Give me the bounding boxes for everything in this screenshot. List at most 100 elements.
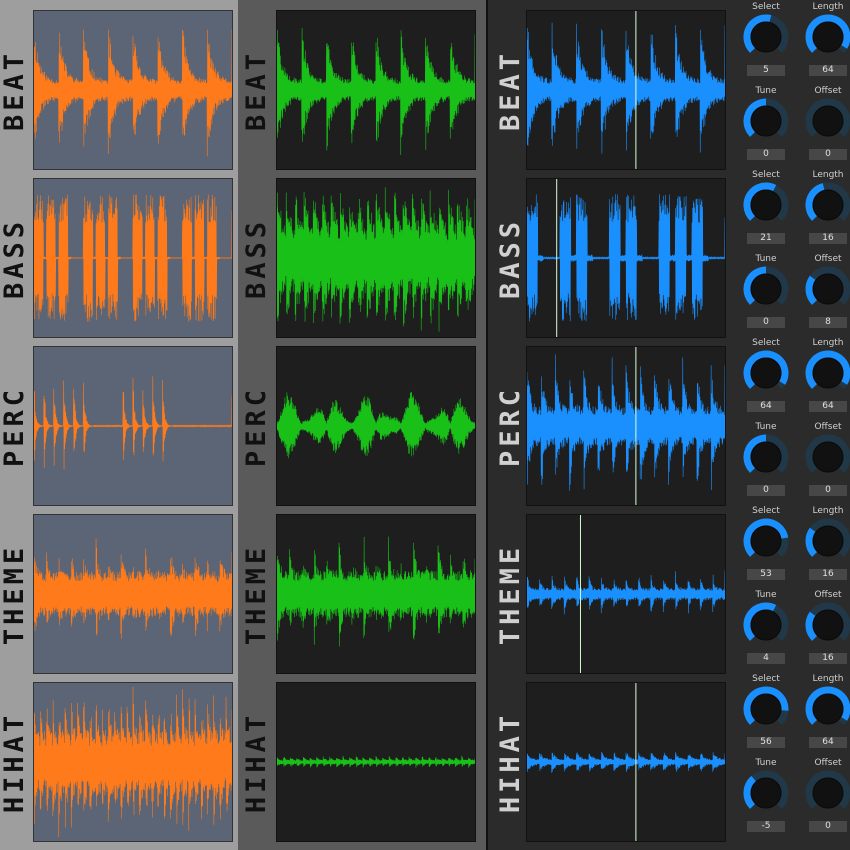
knob-length-theme[interactable]: Length 16: [798, 506, 850, 590]
knob-label: Length: [812, 338, 844, 348]
knob-offset-perc[interactable]: Offset 0: [798, 422, 850, 506]
knob-dial: [743, 518, 789, 557]
track-label-theme: THEME: [242, 514, 273, 674]
knob-dial: [743, 434, 789, 473]
knob-value: 64: [809, 401, 847, 412]
waveform-path: [34, 28, 232, 157]
knob-length-perc[interactable]: Length 64: [798, 338, 850, 422]
track-label-text: BEAT: [495, 49, 527, 131]
track-label-text: HIHAT: [495, 711, 527, 813]
track-label-hihat: HIHAT: [495, 682, 527, 842]
knob-label: Length: [812, 2, 844, 12]
knob-value: 0: [747, 149, 785, 160]
knob-value: 64: [747, 401, 785, 412]
track-label-beat: BEAT: [495, 10, 527, 170]
knob-label: Length: [812, 674, 844, 684]
knob-value: 0: [809, 149, 847, 160]
knob-dial: [743, 182, 789, 221]
panel1-waveform-bass[interactable]: [33, 178, 233, 338]
panel3-waveform-theme[interactable]: [526, 514, 726, 674]
knob-length-beat[interactable]: Length 64: [798, 2, 850, 86]
track-label-text: BASS: [241, 217, 273, 299]
panel1-waveform-hihat[interactable]: [33, 682, 233, 842]
panel2-waveform-beat[interactable]: [276, 10, 476, 170]
panel3-waveform-bass[interactable]: [526, 178, 726, 338]
knob-tune-perc[interactable]: Tune 0: [736, 422, 796, 506]
knob-dial: [743, 770, 789, 809]
sample-panel-2: BEAT BASS PERC THEME HIHAT: [238, 0, 486, 850]
knob-tune-theme[interactable]: Tune 4: [736, 590, 796, 674]
panel2-waveform-bass[interactable]: [276, 178, 476, 338]
knob-dial: [805, 98, 850, 137]
panel3-waveform-perc[interactable]: [526, 346, 726, 506]
knob-value: 16: [809, 569, 847, 580]
knob-value: 53: [747, 569, 785, 580]
knob-value: 16: [809, 233, 847, 244]
waveform-path: [277, 755, 475, 768]
panel2-waveform-perc[interactable]: [276, 346, 476, 506]
knob-label: Tune: [755, 590, 777, 600]
track-label-perc: PERC: [495, 346, 527, 506]
waveform-path: [527, 751, 725, 773]
knob-label: Tune: [755, 254, 777, 264]
knob-value: 5: [747, 65, 785, 76]
panel2-waveform-theme[interactable]: [276, 514, 476, 674]
panel1-waveform-perc[interactable]: [33, 346, 233, 506]
knob-label: Offset: [814, 590, 842, 600]
sample-panel-3: BEAT Select 5 Length 64 Tune 0 Offset 0 BASS Selec…: [486, 0, 850, 850]
track-label-text: BEAT: [241, 49, 273, 131]
track-label-beat: BEAT: [241, 10, 273, 170]
knob-tune-hihat[interactable]: Tune -5: [736, 758, 796, 842]
knob-dial: [743, 686, 789, 725]
knob-dial: [805, 182, 850, 221]
panel2-waveform-hihat[interactable]: [276, 682, 476, 842]
waveform-path: [527, 354, 725, 491]
knob-select-theme[interactable]: Select 53: [736, 506, 796, 590]
knob-dial: [805, 350, 850, 389]
knob-offset-theme[interactable]: Offset 16: [798, 590, 850, 674]
knob-value: 21: [747, 233, 785, 244]
knob-label: Tune: [755, 422, 777, 432]
track-label-text: HIHAT: [0, 711, 31, 813]
track-label-theme: THEME: [0, 514, 31, 674]
knob-select-beat[interactable]: Select 5: [736, 2, 796, 86]
waveform-path: [527, 22, 725, 154]
panel3-waveform-hihat[interactable]: [526, 682, 726, 842]
knob-offset-beat[interactable]: Offset 0: [798, 86, 850, 170]
knob-select-hihat[interactable]: Select 56: [736, 674, 796, 758]
knob-value: 0: [747, 317, 785, 328]
knob-label: Offset: [814, 86, 842, 96]
panel3-waveform-beat[interactable]: [526, 10, 726, 170]
knob-label: Select: [752, 674, 780, 684]
panel1-waveform-beat[interactable]: [33, 10, 233, 170]
knob-value: 4: [747, 653, 785, 664]
knob-offset-hihat[interactable]: Offset 0: [798, 758, 850, 842]
knob-dial: [743, 266, 789, 305]
knob-offset-bass[interactable]: Offset 8: [798, 254, 850, 338]
track-label-hihat: HIHAT: [0, 682, 31, 842]
track-label-bass: BASS: [496, 178, 527, 338]
knob-value: -5: [747, 821, 785, 832]
track-label-bass: BASS: [241, 178, 273, 338]
knob-length-hihat[interactable]: Length 64: [798, 674, 850, 758]
track-label-beat: BEAT: [0, 10, 31, 170]
track-label-text: PERC: [495, 385, 527, 467]
waveform-path: [277, 536, 475, 647]
knob-select-perc[interactable]: Select 64: [736, 338, 796, 422]
waveform-path: [277, 187, 475, 332]
knob-dial: [805, 518, 850, 557]
knob-label: Offset: [814, 422, 842, 432]
track-label-perc: PERC: [0, 346, 31, 506]
knob-value: 0: [747, 485, 785, 496]
knob-length-bass[interactable]: Length 16: [798, 170, 850, 254]
track-label-bass: BASS: [0, 178, 31, 338]
knob-select-bass[interactable]: Select 21: [736, 170, 796, 254]
track-label-text: THEME: [495, 543, 527, 645]
waveform-path: [277, 27, 475, 155]
waveform-path: [34, 194, 232, 322]
knob-tune-bass[interactable]: Tune 0: [736, 254, 796, 338]
knob-dial: [743, 98, 789, 137]
waveform-path: [34, 686, 232, 838]
panel1-waveform-theme[interactable]: [33, 514, 233, 674]
knob-tune-beat[interactable]: Tune 0: [736, 86, 796, 170]
